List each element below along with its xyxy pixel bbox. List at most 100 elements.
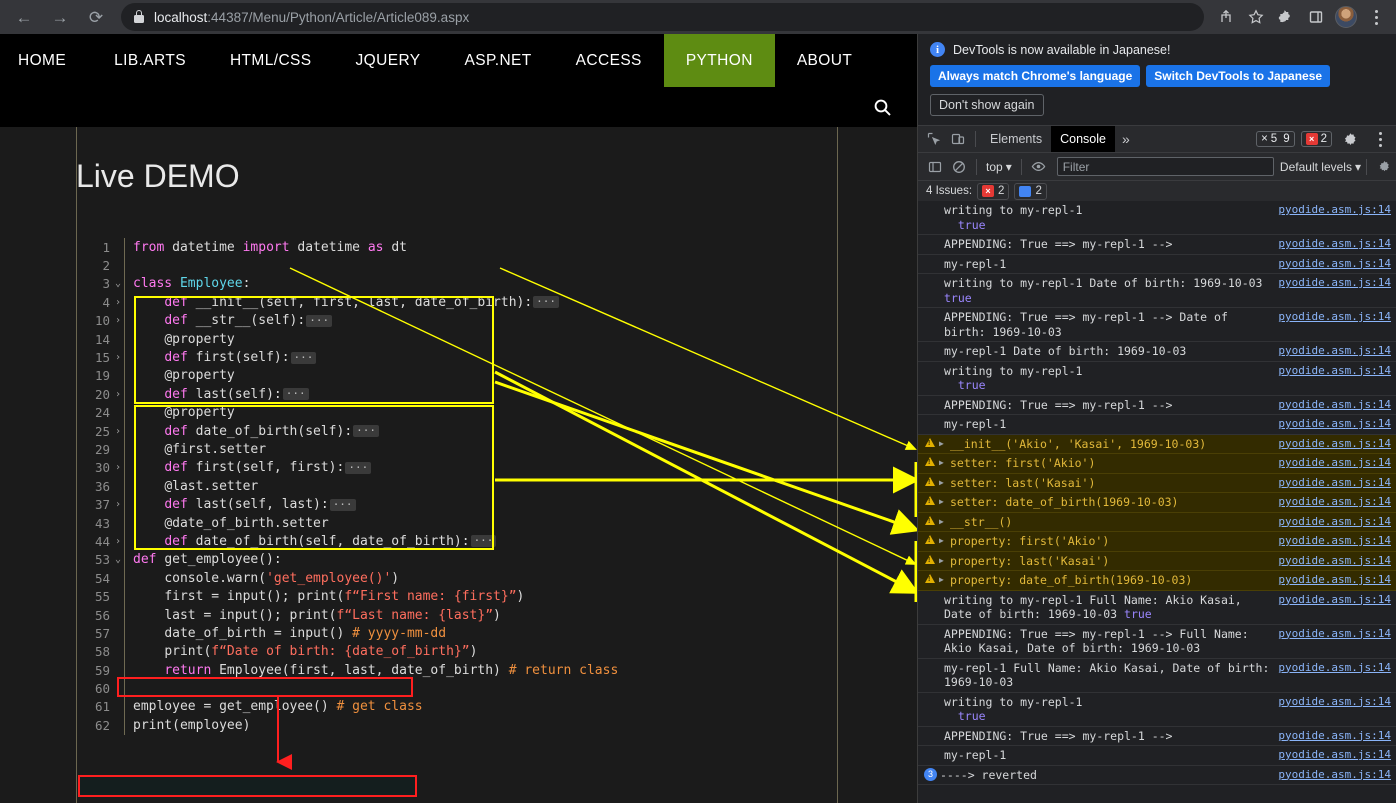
- console-log-entry[interactable]: APPENDING: True ==> my-repl-1 --> Date o…: [918, 308, 1396, 342]
- collapsed-code-marker[interactable]: ···: [306, 314, 333, 327]
- tab-elements[interactable]: Elements: [981, 126, 1051, 152]
- collapsed-code-marker[interactable]: ···: [533, 296, 560, 309]
- source-link[interactable]: pyodide.asm.js:14: [1270, 364, 1391, 379]
- source-link[interactable]: pyodide.asm.js:14: [1270, 515, 1391, 530]
- fold-toggle-icon[interactable]: ⌄: [112, 554, 124, 565]
- back-arrow-icon[interactable]: ←: [9, 2, 39, 32]
- console-log-entry[interactable]: ▶setter: last('Kasai') pyodide.asm.js:14: [918, 473, 1396, 493]
- puzzle-piece-icon[interactable]: [1272, 3, 1300, 31]
- source-link[interactable]: pyodide.asm.js:14: [1270, 534, 1391, 549]
- address-bar[interactable]: localhost:44387/Menu/Python/Article/Arti…: [121, 3, 1204, 31]
- nav-item-about[interactable]: ABOUT: [775, 34, 874, 87]
- expand-arrow-icon[interactable]: ▶: [939, 515, 947, 526]
- expand-arrow-icon[interactable]: ▶: [939, 437, 947, 448]
- console-log-entry[interactable]: ▶setter: first('Akio') pyodide.asm.js:14: [918, 454, 1396, 474]
- kebab-menu-icon[interactable]: [1368, 127, 1392, 151]
- fold-toggle-icon[interactable]: ⌄: [112, 278, 124, 289]
- nav-item-access[interactable]: ACCESS: [554, 34, 664, 87]
- console-log-entry[interactable]: writing to my-repl-1 true pyodide.asm.js:…: [918, 201, 1396, 235]
- nav-item-python[interactable]: PYTHON: [663, 34, 775, 87]
- search-icon[interactable]: [869, 94, 895, 120]
- source-link[interactable]: pyodide.asm.js:14: [1270, 695, 1391, 710]
- expand-arrow-icon[interactable]: ▶: [939, 554, 947, 565]
- console-log-entry[interactable]: my-repl-1 pyodide.asm.js:14: [918, 254, 1396, 274]
- always-match-language-button[interactable]: Always match Chrome's language: [930, 65, 1141, 87]
- fold-toggle-icon[interactable]: ›: [112, 499, 124, 510]
- source-link[interactable]: pyodide.asm.js:14: [1270, 748, 1391, 763]
- star-icon[interactable]: [1242, 3, 1270, 31]
- fold-toggle-icon[interactable]: ›: [112, 462, 124, 473]
- source-link[interactable]: pyodide.asm.js:14: [1270, 203, 1391, 218]
- source-link[interactable]: pyodide.asm.js:14: [1270, 310, 1391, 325]
- source-link[interactable]: pyodide.asm.js:14: [1270, 437, 1391, 452]
- reload-icon[interactable]: ⟳: [81, 2, 111, 32]
- console-log-entry[interactable]: ▶property: date_of_birth(1969-10-03) pyod…: [918, 571, 1396, 591]
- console-log-entry[interactable]: writing to my-repl-1 true pyodide.asm.js:…: [918, 692, 1396, 727]
- console-log-entry[interactable]: writing to my-repl-1 Full Name: Akio Kas…: [918, 590, 1396, 625]
- nav-item-home[interactable]: HOME: [0, 34, 92, 87]
- console-log-entry[interactable]: my-repl-1 Date of birth: 1969-10-03 pyodi…: [918, 342, 1396, 362]
- error-warning-counts[interactable]: × 5 9: [1256, 131, 1295, 147]
- log-levels-select[interactable]: Default levels ▾: [1280, 160, 1361, 174]
- source-link[interactable]: pyodide.asm.js:14: [1270, 573, 1391, 588]
- kebab-menu-icon[interactable]: [1362, 3, 1390, 31]
- issues-count-badge[interactable]: × 2: [1300, 131, 1332, 147]
- expand-arrow-icon[interactable]: ▶: [939, 573, 947, 584]
- fold-toggle-icon[interactable]: ›: [112, 315, 124, 326]
- fold-toggle-icon[interactable]: ›: [112, 426, 124, 437]
- expand-arrow-icon[interactable]: ▶: [939, 476, 947, 487]
- fold-toggle-icon[interactable]: ›: [112, 352, 124, 363]
- source-link[interactable]: pyodide.asm.js:14: [1270, 661, 1391, 676]
- console-log-entry[interactable]: APPENDING: True ==> my-repl-1 --> Full N…: [918, 624, 1396, 659]
- console-log-entry[interactable]: writing to my-repl-1 Date of birth: 1969…: [918, 274, 1396, 308]
- source-link[interactable]: pyodide.asm.js:14: [1270, 398, 1391, 413]
- console-log-entry[interactable]: ▶setter: date_of_birth(1969-10-03) pyodid…: [918, 493, 1396, 513]
- nav-item-lib-arts[interactable]: LIB.ARTS: [92, 34, 208, 87]
- more-tabs-chevron-icon[interactable]: »: [1115, 131, 1137, 147]
- console-log-entry[interactable]: ▶property: last('Kasai') pyodide.asm.js:1…: [918, 551, 1396, 571]
- code-editor[interactable]: 1 from datetime import datetime as dt 2 3 ⌄ c…: [84, 238, 823, 735]
- console-filter-input[interactable]: Filter: [1056, 157, 1274, 176]
- collapsed-code-marker[interactable]: ···: [282, 388, 309, 401]
- console-log-entry[interactable]: ▶__str__() pyodide.asm.js:14: [918, 512, 1396, 532]
- expand-arrow-icon[interactable]: ▶: [939, 495, 947, 506]
- console-log-entry[interactable]: my-repl-1 Full Name: Akio Kasai, Date of…: [918, 658, 1396, 693]
- side-panel-icon[interactable]: [1302, 3, 1330, 31]
- console-log-entry[interactable]: ▶__init__('Akio', 'Kasai', 1969-10-03) py…: [918, 434, 1396, 454]
- tab-console[interactable]: Console: [1051, 126, 1115, 152]
- collapsed-code-marker[interactable]: ···: [329, 498, 356, 511]
- dont-show-again-button[interactable]: Don't show again: [930, 94, 1044, 116]
- gear-icon[interactable]: [1338, 127, 1362, 151]
- device-toolbar-icon[interactable]: [946, 127, 970, 151]
- nav-item-jquery[interactable]: JQUERY: [334, 34, 443, 87]
- live-expression-icon[interactable]: [1027, 155, 1051, 179]
- inspect-element-icon[interactable]: [922, 127, 946, 151]
- source-link[interactable]: pyodide.asm.js:14: [1270, 257, 1391, 272]
- source-link[interactable]: pyodide.asm.js:14: [1270, 627, 1391, 642]
- source-link[interactable]: pyodide.asm.js:14: [1270, 276, 1391, 291]
- source-link[interactable]: pyodide.asm.js:14: [1270, 495, 1391, 510]
- source-link[interactable]: pyodide.asm.js:14: [1270, 456, 1391, 471]
- console-sidebar-icon[interactable]: [923, 155, 947, 179]
- console-log-entry[interactable]: 3 ----> reverted pyodide.asm.js:14: [918, 765, 1396, 785]
- nav-item-asp-net[interactable]: ASP.NET: [443, 34, 554, 87]
- collapsed-code-marker[interactable]: ···: [290, 351, 317, 364]
- collapsed-code-marker[interactable]: ···: [345, 461, 372, 474]
- fold-toggle-icon[interactable]: ›: [112, 389, 124, 400]
- console-log-entry[interactable]: writing to my-repl-1 true pyodide.asm.js:…: [918, 361, 1396, 396]
- issues-bar[interactable]: 4 Issues: × 2 2: [918, 181, 1396, 202]
- console-scroll-area[interactable]: writing to my-repl-1 true pyodide.asm.js:…: [918, 201, 1396, 803]
- execution-context-select[interactable]: top ▾: [982, 160, 1016, 174]
- console-log-entry[interactable]: my-repl-1 pyodide.asm.js:14: [918, 746, 1396, 766]
- collapsed-code-marker[interactable]: ···: [353, 425, 380, 438]
- collapsed-code-marker[interactable]: ···: [470, 535, 497, 548]
- nav-item-html-css[interactable]: HTML/CSS: [208, 34, 334, 87]
- expand-arrow-icon[interactable]: ▶: [939, 534, 947, 545]
- source-link[interactable]: pyodide.asm.js:14: [1270, 554, 1391, 569]
- source-link[interactable]: pyodide.asm.js:14: [1270, 729, 1391, 744]
- switch-to-japanese-button[interactable]: Switch DevTools to Japanese: [1146, 65, 1331, 87]
- source-link[interactable]: pyodide.asm.js:14: [1270, 417, 1391, 432]
- share-icon[interactable]: [1212, 3, 1240, 31]
- console-log-entry[interactable]: APPENDING: True ==> my-repl-1 --> pyodide…: [918, 726, 1396, 746]
- console-log-entry[interactable]: my-repl-1 pyodide.asm.js:14: [918, 415, 1396, 435]
